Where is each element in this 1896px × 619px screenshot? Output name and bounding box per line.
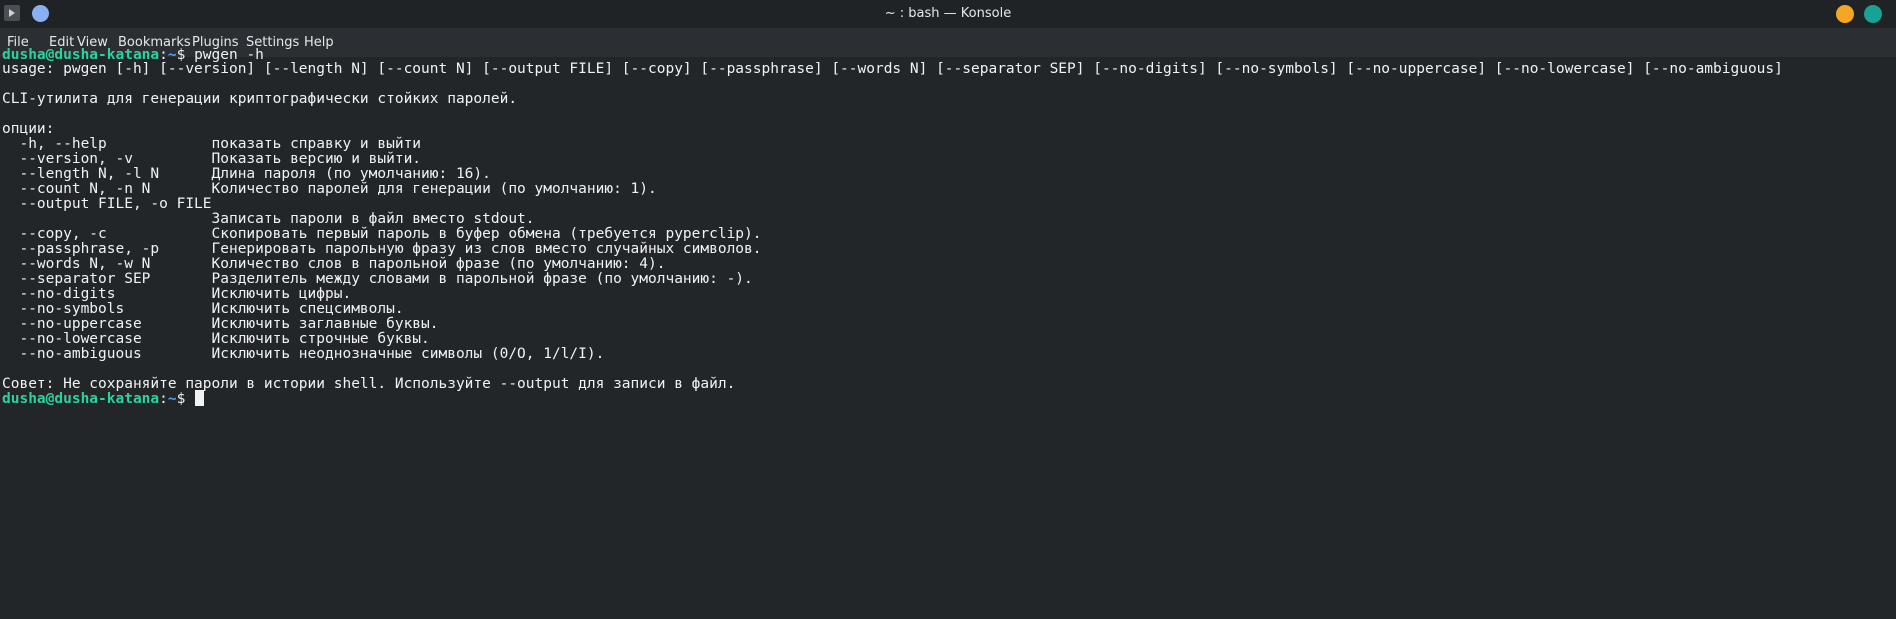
menu-bar: File Edit View Bookmarks Plugins Setting…	[0, 28, 1896, 57]
konsole-window: ~ : bash — Konsole File Edit View Bookma…	[0, 0, 1896, 619]
terminal-output[interactable]: dusha@dusha-katana:~$ pwgen -h usage: pw…	[0, 47, 1896, 619]
prompt-path: ~	[167, 391, 177, 407]
window-title: ~ : bash — Konsole	[884, 6, 1012, 21]
prompt-symbol: $	[176, 391, 186, 407]
text-cursor	[195, 390, 205, 406]
prompt-line[interactable]: dusha@dusha-katana:~$	[2, 390, 205, 408]
output-line: CLI-утилита для генерации криптографичес…	[2, 91, 518, 107]
prompt-separator: :	[159, 391, 168, 407]
close-icon[interactable]	[1864, 5, 1882, 23]
output-line: --no-ambiguous Исключить неоднозначные с…	[2, 346, 605, 362]
minimize-icon[interactable]	[1836, 5, 1854, 23]
output-line: usage: pwgen [-h] [--version] [--length …	[2, 61, 1783, 77]
title-bar[interactable]: ~ : bash — Konsole	[0, 0, 1896, 28]
prompt-user-host: dusha@dusha-katana	[2, 391, 160, 407]
menu-help[interactable]: Help	[304, 35, 334, 51]
